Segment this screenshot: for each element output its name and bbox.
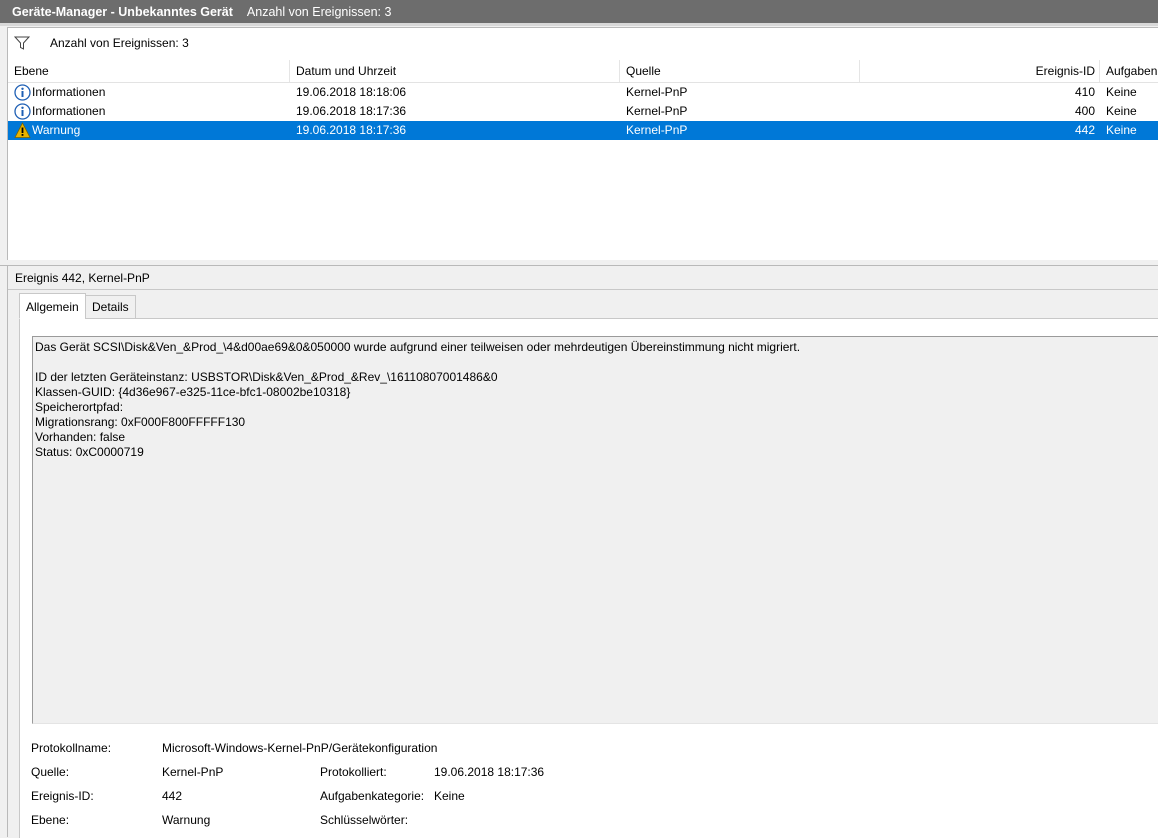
column-header-event-id[interactable]: Ereignis-ID (860, 60, 1100, 82)
column-header-datetime[interactable]: Datum und Uhrzeit (290, 60, 620, 82)
event-source: Kernel-PnP (626, 123, 688, 137)
divider (8, 289, 1158, 290)
warning-icon (14, 122, 31, 138)
prop-label-quelle: Quelle: (31, 765, 70, 779)
title-underline (0, 23, 1158, 26)
event-datetime: 19.06.2018 18:18:06 (296, 85, 407, 99)
event-level: Informationen (32, 104, 106, 118)
description-line: Klassen-GUID: {4d36e967-e325-11ce-bfc1-0… (35, 385, 351, 399)
event-level: Warnung (32, 123, 81, 137)
prop-label-task-category: Aufgabenkategorie: (320, 789, 425, 803)
pane-splitter[interactable] (0, 260, 1158, 266)
window-subtitle: Anzahl von Ereignissen: 3 (246, 4, 392, 19)
prop-value-event-id: 442 (162, 789, 183, 803)
filter-bar: Anzahl von Ereignissen: 3 (8, 28, 1158, 58)
prop-value-task-category: Keine (434, 789, 465, 803)
window-title: Geräte-Manager - Unbekanntes Gerät (12, 4, 233, 19)
tab-details[interactable]: Details (85, 295, 136, 319)
event-id: 410 (1074, 85, 1095, 99)
event-datetime: 19.06.2018 18:17:36 (296, 104, 407, 118)
event-level: Informationen (32, 85, 106, 99)
prop-label-event-id: Ereignis-ID: (31, 789, 94, 803)
event-detail-title: Ereignis 442, Kernel-PnP (15, 271, 150, 285)
prop-value-quelle: Kernel-PnP (162, 765, 224, 779)
event-list-pane: Anzahl von Ereignissen: 3 Ebene Datum un… (7, 27, 1158, 262)
description-line: Speicherortpfad: (35, 400, 124, 414)
event-source: Kernel-PnP (626, 104, 688, 118)
event-row[interactable]: Informationen 19.06.2018 18:17:36 Kernel… (8, 102, 1158, 121)
description-line: Migrationsrang: 0xF000F800FFFFF130 (35, 415, 246, 429)
event-datetime: 19.06.2018 18:17:36 (296, 123, 407, 137)
description-line: ID der letzten Geräteinstanz: USBSTOR\Di… (35, 370, 498, 384)
filter-icon[interactable] (14, 36, 30, 50)
event-task: Keine (1106, 123, 1137, 137)
event-id: 400 (1074, 104, 1095, 118)
column-header-source[interactable]: Quelle (620, 60, 860, 82)
event-source: Kernel-PnP (626, 85, 688, 99)
pane-border (7, 266, 8, 837)
prop-value-protokollname: Microsoft-Windows-Kernel-PnP/Gerätekonfi… (162, 741, 438, 755)
prop-label-protokollname: Protokollname: (31, 741, 112, 755)
info-icon (14, 84, 31, 101)
event-row[interactable]: Informationen 19.06.2018 18:18:06 Kernel… (8, 83, 1158, 102)
event-task: Keine (1106, 85, 1137, 99)
prop-value-level: Warnung (162, 813, 211, 827)
filter-text: Anzahl von Ereignissen: 3 (50, 36, 189, 50)
info-icon (14, 103, 31, 120)
event-id: 442 (1074, 123, 1095, 137)
event-task: Keine (1106, 104, 1137, 118)
column-header: Ebene Datum und Uhrzeit Quelle Ereignis-… (8, 60, 1158, 83)
prop-label-keywords: Schlüsselwörter: (320, 813, 409, 827)
description-line: Das Gerät SCSI\Disk&Ven_&Prod_\4&d00ae69… (35, 340, 801, 354)
prop-value-protokolliert: 19.06.2018 18:17:36 (434, 765, 545, 779)
description-line: Status: 0xC0000719 (35, 445, 144, 459)
event-row-selected[interactable]: Warnung 19.06.2018 18:17:36 Kernel-PnP 4… (8, 121, 1158, 140)
column-header-level[interactable]: Ebene (8, 60, 290, 82)
description-line: Vorhanden: false (35, 430, 126, 444)
prop-label-protokolliert: Protokolliert: (320, 765, 387, 779)
event-description[interactable]: Das Gerät SCSI\Disk&Ven_&Prod_\4&d00ae69… (32, 336, 1158, 724)
column-header-task[interactable]: Aufgaben (1100, 60, 1158, 82)
tab-allgemein[interactable]: Allgemein (19, 293, 86, 319)
title-bar: Geräte-Manager - Unbekanntes Gerät Anzah… (0, 0, 1158, 23)
prop-label-level: Ebene: (31, 813, 70, 827)
